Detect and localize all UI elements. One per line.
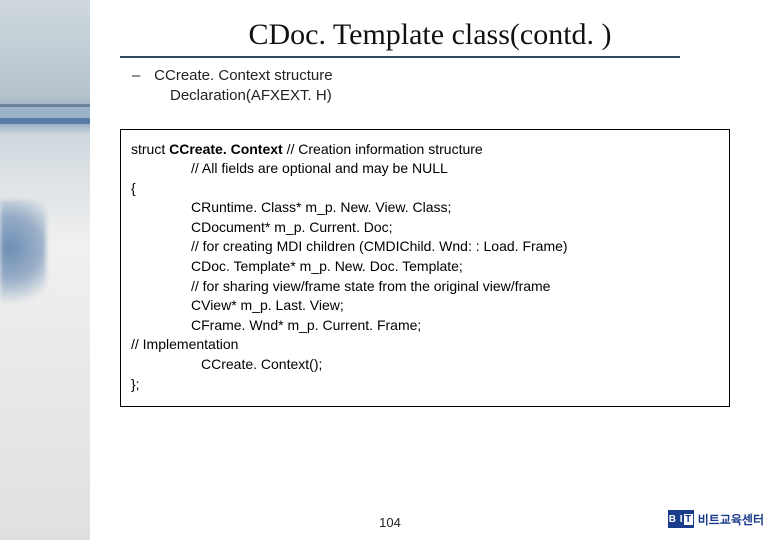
footer-logo: B IT 비트교육센터 — [668, 510, 764, 528]
logo-text-t: T — [684, 514, 693, 525]
page-number: 104 — [0, 515, 780, 530]
content-area: CDoc. Template class(contd. ) – CCreate.… — [0, 0, 780, 407]
bullet-text-2: Declaration(AFXEXT. H) — [170, 87, 332, 104]
code-impl-comment: // Implementation — [131, 335, 721, 355]
footer-label: 비트교육센터 — [698, 511, 764, 528]
code-line: CView* m_p. Last. View; — [131, 296, 721, 316]
code-line: CFrame. Wnd* m_p. Current. Frame; — [131, 316, 721, 336]
bullet-text-1: CCreate. Context structure — [154, 67, 332, 84]
logo-icon: B IT — [668, 510, 694, 528]
page-title: CDoc. Template class(contd. ) — [120, 18, 740, 52]
code-line: CRuntime. Class* m_p. New. View. Class; — [131, 198, 721, 218]
bullet-line-2: Declaration(AFXEXT. H) — [170, 86, 740, 106]
bullet-line-1: – CCreate. Context structure — [132, 66, 740, 86]
code-struct-tail: // Creation information structure — [283, 141, 483, 157]
code-ctor: CCreate. Context(); — [131, 355, 721, 375]
code-line: // for sharing view/frame state from the… — [131, 277, 721, 297]
title-underline — [120, 56, 680, 58]
code-struct-name: CCreate. Context — [169, 141, 283, 157]
code-open-brace: { — [131, 179, 721, 199]
logo-text-bi: B I — [669, 514, 683, 525]
bullet-dash: – — [132, 66, 150, 86]
code-line: CDocument* m_p. Current. Doc; — [131, 218, 721, 238]
code-box: struct CCreate. Context // Creation info… — [120, 129, 730, 408]
code-line: // All fields are optional and may be NU… — [131, 159, 721, 179]
code-line: CDoc. Template* m_p. New. Doc. Template; — [131, 257, 721, 277]
slide: CDoc. Template class(contd. ) – CCreate.… — [0, 0, 780, 540]
code-close-brace: }; — [131, 375, 721, 395]
subtitle-block: – CCreate. Context structure Declaration… — [132, 66, 740, 107]
code-line: // for creating MDI children (CMDIChild.… — [131, 237, 721, 257]
code-line: struct CCreate. Context // Creation info… — [131, 140, 721, 160]
code-struct-kw: struct — [131, 141, 169, 157]
